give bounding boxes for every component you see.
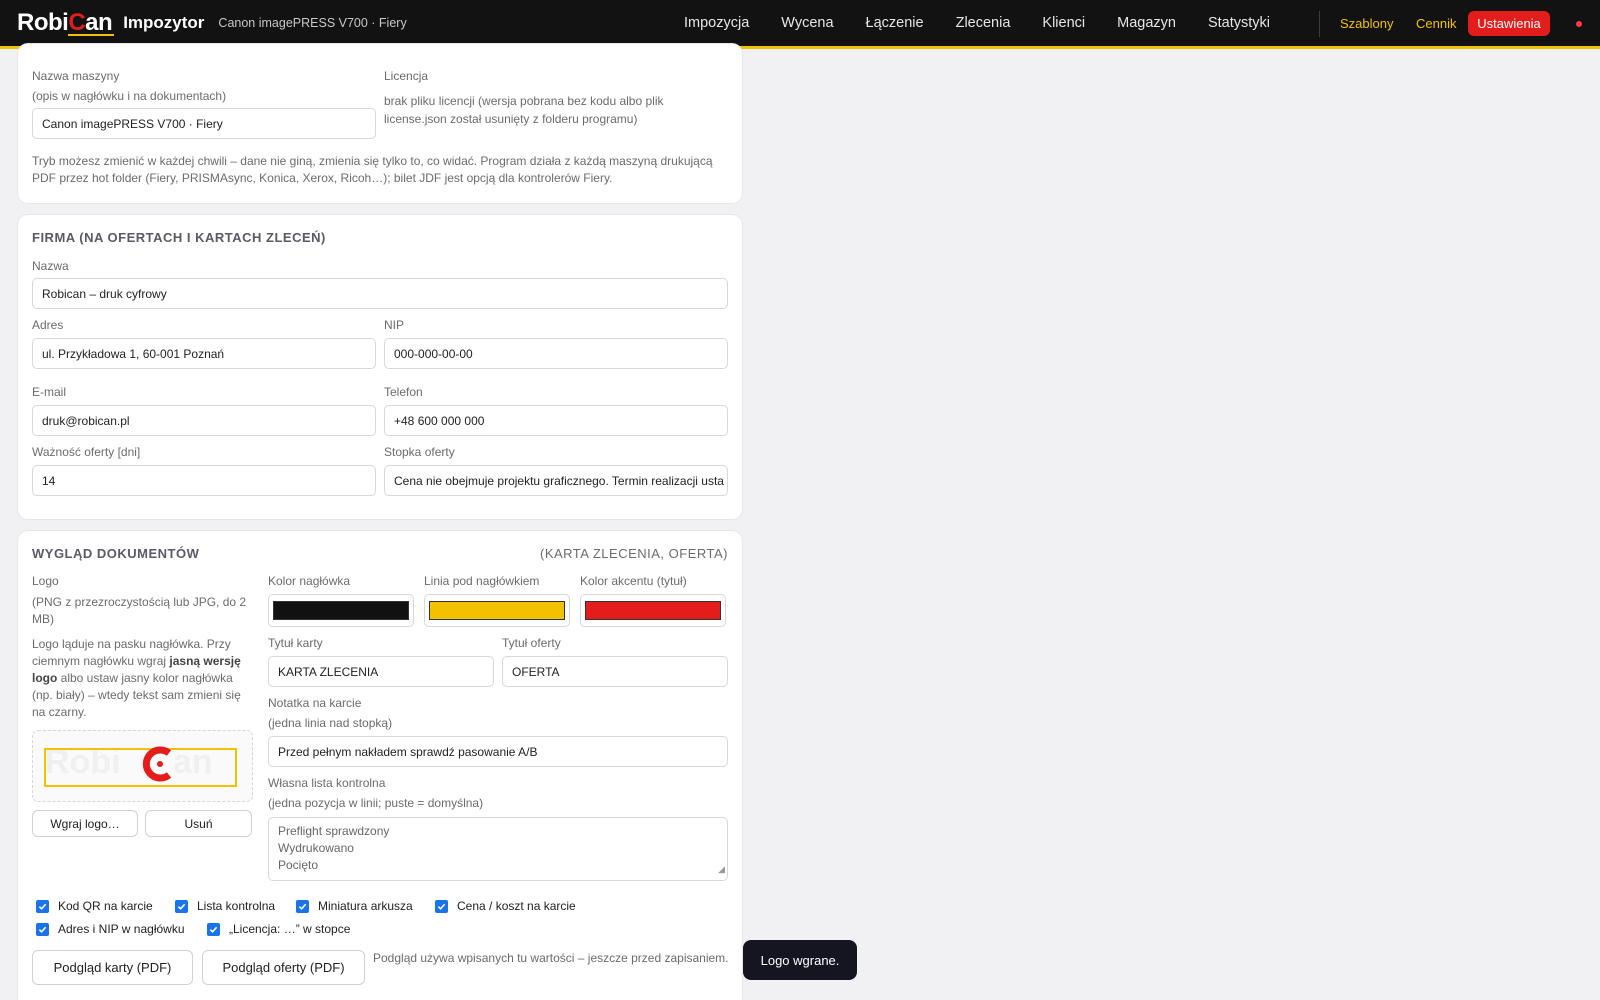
upload-logo-button[interactable]: Wgraj logo… [32,810,138,837]
checklist-line: Preflight sprawdzony [278,824,390,838]
header-color-picker[interactable] [268,594,414,627]
logo-label: Logo [32,574,59,588]
main-nav: Impozycja Wycena Łączenie Zlecenia Klien… [684,0,1302,46]
checkbox-address-nip[interactable]: Adres i NIP w nagłówku [36,922,185,936]
validity-input[interactable]: 14 [32,465,376,496]
nav-klienci[interactable]: Klienci [1042,15,1085,31]
email-label: E-mail [32,385,67,399]
machine-name: Canon imagePRESS V700 · Fiery [218,16,407,30]
checklist-line: Pocięto [278,858,319,872]
documents-section-subtitle: (KARTA ZLECENIA, OFERTA) [539,546,728,561]
preview-note: Podgląd używa wpisanych tu wartości – je… [373,951,729,965]
documents-section-title: WYGLĄD DOKUMENTÓW [32,546,200,561]
checkbox-qr-code[interactable]: Kod QR na karcie [36,899,153,913]
app-title: Impozytor [123,13,205,32]
checklist-hint: (jedna pozycja w linii; puste = domyślna… [268,796,484,810]
mode-note-2: PDF przez hot folder (Fiery, PRISMAsync,… [32,171,613,185]
checkbox-checked-icon[interactable] [296,899,309,913]
line-color-label: Linia pod nagłówkiem [424,574,540,588]
machine-card: Nazwa maszyny (opis w nagłówku i na doku… [18,44,742,203]
settings-button[interactable]: Ustawienia [1468,11,1550,36]
nav-zlecenia[interactable]: Zlecenia [956,15,1011,31]
nav-statystyki[interactable]: Statystyki [1208,15,1270,31]
card-note-label: Notatka na karcie [268,696,362,710]
logo-preview-image: Robi an [44,743,237,787]
accent-color-picker[interactable] [580,594,726,627]
logo-note-1: Logo ląduje na pasku nagłówka. Przy [32,637,231,651]
logo-note-4: (np. biały) – wtedy tekst sam zmieni się [32,688,241,702]
accent-color-label: Kolor akcentu (tytuł) [580,574,687,588]
card-note-hint: (jedna linia nad stopką) [268,716,393,730]
logo-preview: Robi an [32,730,253,802]
logo-text: RobiCan [17,9,115,36]
nav-divider [1319,11,1320,37]
documents-card: WYGLĄD DOKUMENTÓW (KARTA ZLECENIA, OFERT… [18,531,742,1000]
offer-title-input[interactable]: OFERTA [502,656,728,687]
card-title-label: Tytuł karty [268,636,323,650]
checkbox-checked-icon[interactable] [36,899,49,913]
logo-note-5: na czarny. [32,705,87,719]
license-text-2: license.json został usunięty z folderu p… [384,112,638,126]
preview-card-pdf-button[interactable]: Podgląd karty (PDF) [32,950,193,985]
checkbox-license-footer[interactable]: „Licencja: …” w stopce [207,922,350,936]
checkbox-price-on-card[interactable]: Cena / koszt na karcie [435,899,576,913]
machine-name-input[interactable]: Canon imagePRESS V700 · Fiery [32,108,376,139]
checkbox-checklist[interactable]: Lista kontrolna [175,899,275,913]
remove-logo-button[interactable]: Usuń [145,810,252,837]
license-label: Licencja [384,69,429,83]
nip-label: NIP [384,318,405,332]
checkbox-sheet-thumbnail[interactable]: Miniatura arkusza [296,899,413,913]
checklist-label: Własna lista kontrolna [268,776,386,790]
company-name-label: Nazwa [32,259,69,273]
email-input[interactable]: druk@robican.pl [32,405,376,436]
offer-footer-label: Stopka oferty [384,445,455,459]
line-color-picker[interactable] [424,594,570,627]
nip-input[interactable]: 000-000-00-00 [384,338,728,369]
checklist-textarea[interactable]: Preflight sprawdzony Wydrukowano Pocięto… [268,817,728,881]
address-input[interactable]: ul. Przykładowa 1, 60-001 Poznań [32,338,376,369]
phone-input[interactable]: +48 600 000 000 [384,405,728,436]
preview-offer-pdf-button[interactable]: Podgląd oferty (PDF) [202,950,365,985]
offer-footer-input[interactable]: Cena nie obejmuje projektu graficznego. … [384,465,728,496]
toast-notification: Logo wgrane. [743,940,857,980]
license-text-1: brak pliku licencji (wersja pobrana bez … [384,94,664,108]
machine-name-label: Nazwa maszyny [32,69,120,83]
logo-note-3: logo albo ustaw jasny kolor nagłówka [32,671,233,685]
company-card: FIRMA (NA OFERTACH I KARTACH ZLECEŃ) Naz… [18,215,742,519]
offer-title-label: Tytuł oferty [502,636,561,650]
checklist-line: Wydrukowano [278,841,354,855]
logo-hint-1: (PNG z przezroczystością lub JPG, do 2 [32,595,247,609]
resize-handle-icon[interactable]: ◢ [718,861,725,878]
pricelist-link[interactable]: Cennik [1416,16,1456,31]
address-label: Adres [32,318,64,332]
card-title-input[interactable]: KARTA ZLECENIA [268,656,494,687]
templates-link[interactable]: Szablony [1340,16,1393,31]
company-name-input[interactable]: Robican – druk cyfrowy [32,278,728,309]
phone-label: Telefon [384,385,423,399]
checkbox-checked-icon[interactable] [435,899,448,913]
header-color-label: Kolor nagłówka [268,574,351,588]
mode-note-1: Tryb możesz zmienić w każdej chwili – da… [32,154,713,168]
checkbox-checked-icon[interactable] [207,922,220,936]
nav-magazyn[interactable]: Magazyn [1117,15,1176,31]
card-note-input[interactable]: Przed pełnym nakładem sprawdź pasowanie … [268,736,728,767]
validity-label: Ważność oferty [dni] [32,445,141,459]
logo-note-2: ciemnym nagłówku wgraj jasną wersję [32,654,241,668]
checkbox-checked-icon[interactable] [36,922,49,936]
nav-wycena[interactable]: Wycena [781,15,833,31]
logo-hint-2: MB) [32,612,54,626]
company-section-title: FIRMA (NA OFERTACH I KARTACH ZLECEŃ) [32,230,326,245]
status-dot [1576,21,1582,27]
machine-name-hint: (opis w nagłówku i na dokumentach) [32,89,227,103]
nav-laczenie[interactable]: Łączenie [866,15,924,31]
nav-impozycja[interactable]: Impozycja [684,15,749,31]
checkbox-checked-icon[interactable] [175,899,188,913]
brand-logo[interactable]: RobiCan [17,9,115,37]
